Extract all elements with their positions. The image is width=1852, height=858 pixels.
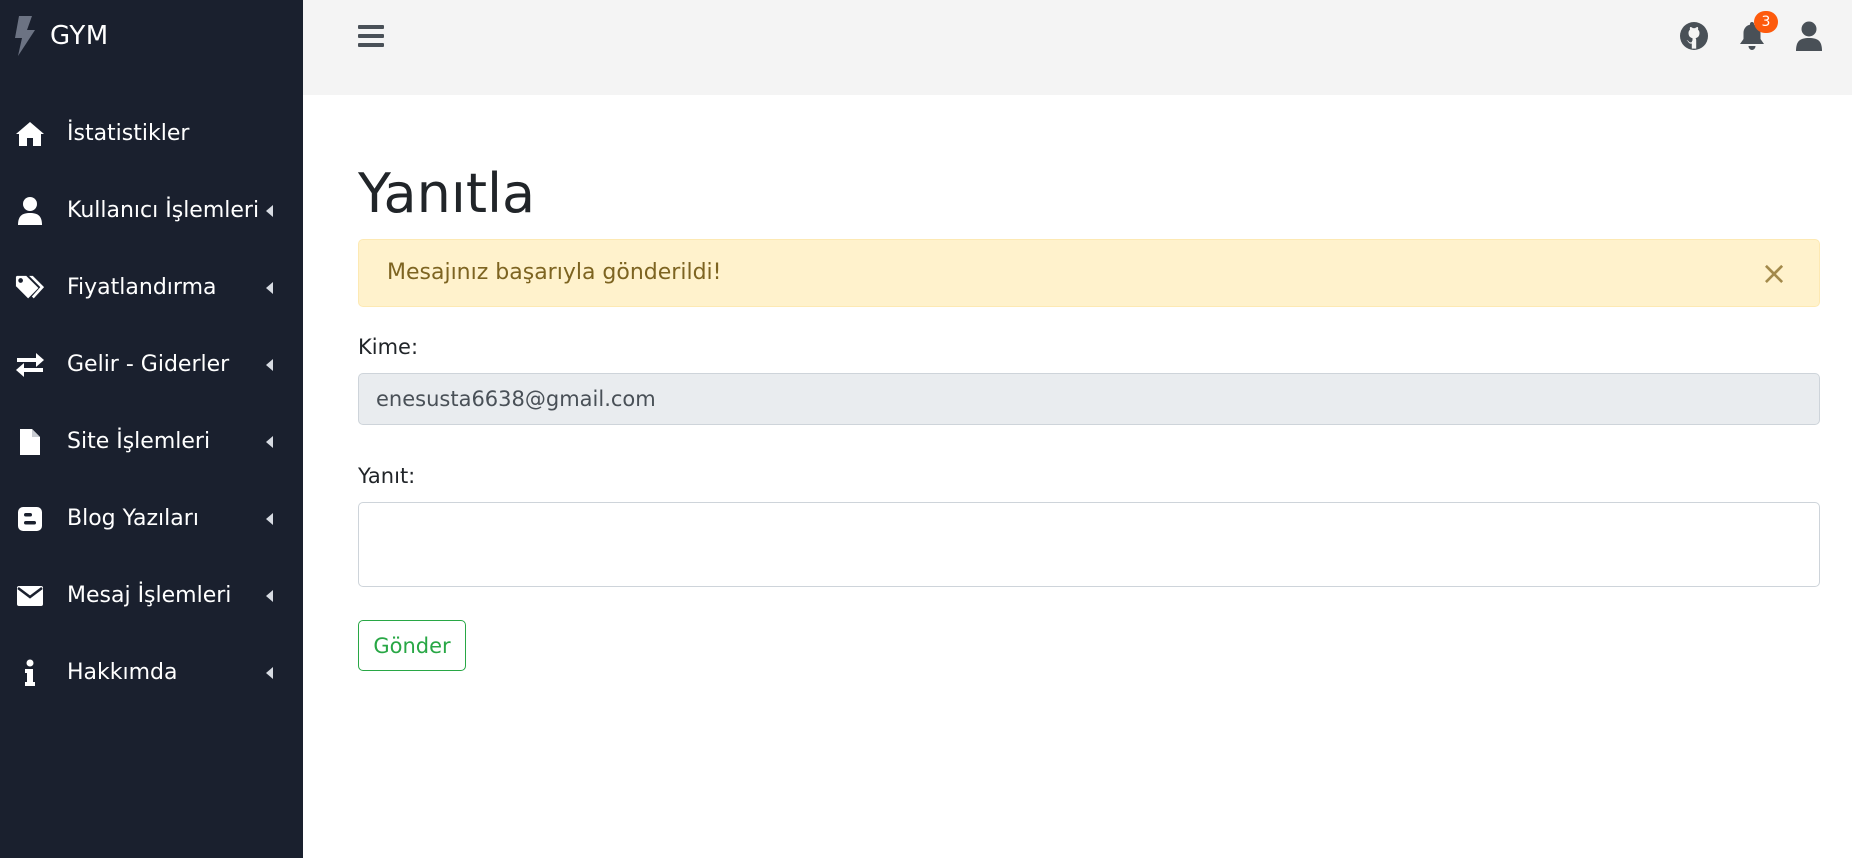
topbar: 3 — [303, 0, 1852, 95]
submit-button[interactable]: Gönder — [358, 620, 466, 671]
sidebar-item-label: Mesaj İşlemleri — [67, 583, 232, 608]
sidebar-item-label: Blog Yazıları — [67, 506, 199, 531]
caret-left-icon — [266, 512, 273, 525]
github-icon[interactable] — [1676, 16, 1712, 56]
tags-icon — [15, 273, 45, 303]
sidebar-item-site-islemleri[interactable]: Site İşlemleri — [0, 403, 303, 480]
brand[interactable]: GYM — [0, 0, 303, 72]
caret-left-icon — [266, 281, 273, 294]
sidebar-item-gelir-giderler[interactable]: Gelir - Giderler — [0, 326, 303, 403]
exchange-icon — [15, 350, 45, 380]
sidebar-item-label: Gelir - Giderler — [67, 352, 230, 377]
file-icon — [15, 427, 45, 457]
hamburger-icon[interactable] — [356, 22, 386, 50]
sidebar-item-blog-yazilari[interactable]: Blog Yazıları — [0, 480, 303, 557]
sidebar-item-label: Site İşlemleri — [67, 429, 211, 454]
sidebar-item-label: Hakkımda — [67, 660, 178, 685]
sidebar-item-label: İstatistikler — [67, 121, 190, 146]
reply-textarea[interactable] — [358, 502, 1820, 587]
info-icon — [15, 658, 45, 688]
notification-badge: 3 — [1754, 11, 1778, 33]
caret-left-icon — [266, 589, 273, 602]
to-email-field[interactable] — [358, 373, 1820, 425]
alert-message: Mesajınız başarıyla gönderildi! — [387, 260, 722, 285]
sidebar-item-label: Fiyatlandırma — [67, 275, 217, 300]
blogger-icon — [15, 504, 45, 534]
brand-name: GYM — [50, 21, 109, 51]
caret-left-icon — [266, 358, 273, 371]
reply-label: Yanıt: — [358, 464, 416, 488]
close-icon[interactable]: × — [1759, 256, 1789, 290]
page-title: Yanıtla — [358, 162, 536, 225]
to-label: Kime: — [358, 335, 419, 359]
sidebar-nav: İstatistikler Kullanıcı İşlemleri Fiyatl… — [0, 95, 303, 711]
sidebar-item-kullanici-islemleri[interactable]: Kullanıcı İşlemleri — [0, 172, 303, 249]
sidebar-item-hakkimda[interactable]: Hakkımda — [0, 634, 303, 711]
sidebar: GYM İstatistikler Kullanıcı İşlemleri Fi… — [0, 0, 303, 858]
success-alert: Mesajınız başarıyla gönderildi! × — [358, 239, 1820, 307]
bolt-icon — [12, 16, 40, 56]
caret-left-icon — [266, 666, 273, 679]
caret-left-icon — [266, 435, 273, 448]
sidebar-item-fiyatlandirma[interactable]: Fiyatlandırma — [0, 249, 303, 326]
user-icon — [15, 196, 45, 226]
sidebar-item-mesaj-islemleri[interactable]: Mesaj İşlemleri — [0, 557, 303, 634]
envelope-icon — [15, 581, 45, 611]
sidebar-item-label: Kullanıcı İşlemleri — [67, 198, 260, 223]
home-icon — [15, 119, 45, 149]
sidebar-item-istatistikler[interactable]: İstatistikler — [0, 95, 303, 172]
user-icon[interactable] — [1791, 16, 1827, 56]
caret-left-icon — [266, 204, 273, 217]
